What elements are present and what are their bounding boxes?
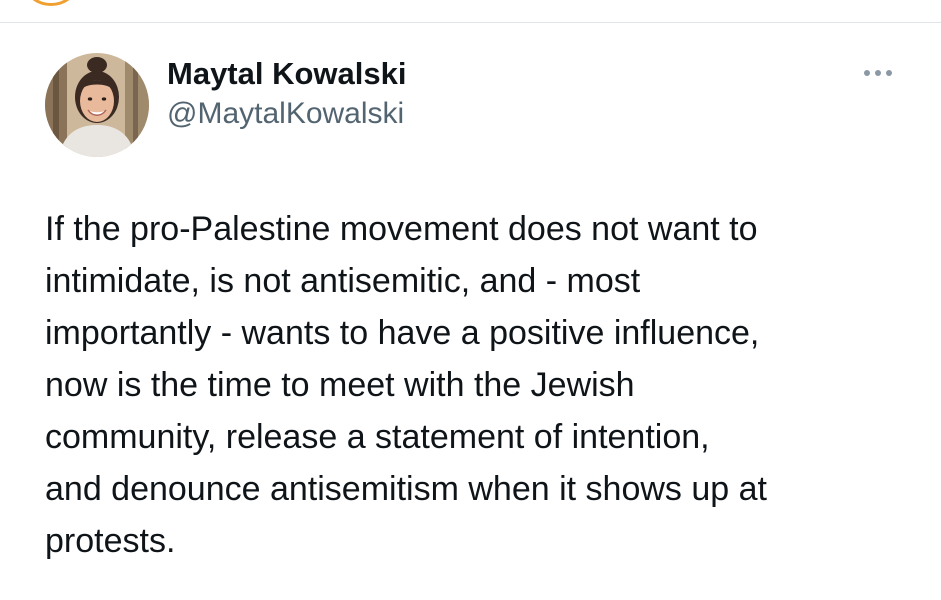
tweet-page: Maytal Kowalski @MaytalKowalski If the p… [0,0,941,600]
profile-photo-icon [45,53,149,157]
previous-post-avatar-ring [20,0,82,6]
tweet-card[interactable]: Maytal Kowalski @MaytalKowalski If the p… [0,23,941,600]
author-avatar[interactable] [45,53,149,157]
author-info[interactable]: Maytal Kowalski @MaytalKowalski [167,55,406,133]
author-handle[interactable]: @MaytalKowalski [167,95,406,133]
author-display-name[interactable]: Maytal Kowalski [167,55,406,93]
more-horizontal-icon [864,70,892,76]
more-options-button[interactable] [858,61,898,85]
tweet-text: If the pro-Palestine movement does not w… [45,210,767,560]
